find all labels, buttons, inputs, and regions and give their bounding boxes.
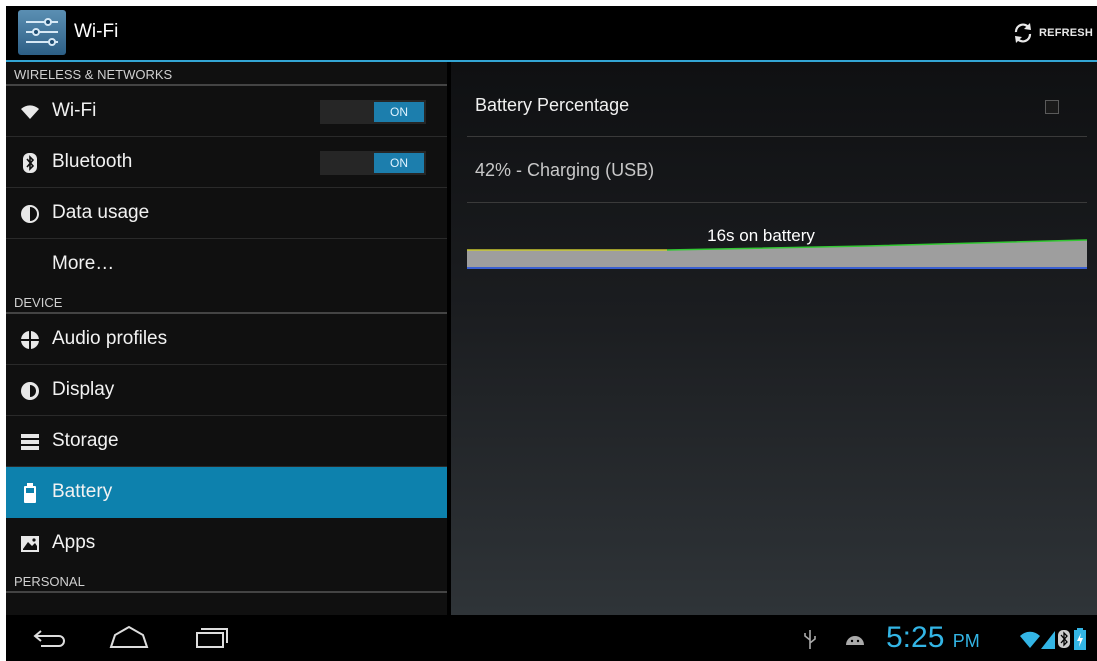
sidebar-item-apps[interactable]: Apps [6, 518, 447, 569]
toggle-state: ON [374, 153, 424, 173]
section-header-wireless: WIRELESS & NETWORKS [6, 62, 447, 86]
data-usage-icon [21, 205, 39, 223]
sidebar-item-label: Data usage [52, 202, 150, 223]
bluetooth-icon [23, 153, 37, 173]
battery-percentage-checkbox[interactable] [1045, 100, 1059, 114]
sidebar-item-data-usage[interactable]: Data usage [6, 188, 447, 239]
cell-signal-icon [1041, 631, 1055, 649]
system-bar: 5:25 PM [6, 615, 1097, 661]
refresh-icon [1014, 23, 1032, 43]
bluetooth-status-icon [1058, 630, 1070, 648]
status-clock: 5:25 PM [886, 621, 980, 655]
sidebar-item-label: Storage [52, 430, 119, 451]
back-icon[interactable] [31, 627, 69, 649]
section-header-device: DEVICE [6, 290, 447, 314]
usb-icon [804, 630, 816, 649]
home-icon[interactable] [109, 625, 149, 649]
apps-icon [21, 536, 39, 552]
sidebar-item-label: Audio profiles [52, 328, 168, 349]
wifi-toggle[interactable]: ON [320, 100, 426, 124]
sidebar-item-battery[interactable]: Battery [6, 467, 447, 518]
battery-icon [24, 483, 36, 503]
settings-list: WIRELESS & NETWORKS Wi-Fi ON Bluetooth O… [6, 62, 447, 615]
refresh-button[interactable]: REFRESH [1011, 19, 1093, 47]
battery-percentage-row[interactable]: Battery Percentage [467, 70, 1087, 137]
display-icon [21, 382, 39, 400]
sidebar-item-label: Wi-Fi [52, 100, 97, 121]
recent-apps-icon[interactable] [195, 625, 229, 651]
sidebar-item-bluetooth[interactable]: Bluetooth ON [6, 137, 447, 188]
android-debug-icon [846, 636, 864, 645]
battery-charging-icon [1074, 628, 1086, 650]
settings-sliders-icon[interactable] [18, 10, 66, 55]
sidebar-item-label: Battery [52, 481, 113, 502]
battery-detail-pane: Battery Percentage 42% - Charging (USB) … [451, 62, 1097, 615]
sidebar-item-storage[interactable]: Storage [6, 416, 447, 467]
refresh-label: REFRESH [1039, 27, 1093, 39]
action-bar: Wi-Fi REFRESH [6, 6, 1097, 62]
sidebar-item-label: Display [52, 379, 115, 400]
sidebar-item-label: More… [52, 253, 115, 274]
sidebar-item-more[interactable]: More… [6, 239, 447, 290]
battery-percentage-label: Battery Percentage [475, 95, 630, 115]
sidebar-item-display[interactable]: Display [6, 365, 447, 416]
wifi-icon [21, 105, 39, 119]
battery-graph-label: 16s on battery [707, 226, 815, 245]
wifi-signal-icon [1020, 631, 1040, 648]
toggle-state: ON [374, 102, 424, 122]
sidebar-item-audio-profiles[interactable]: Audio profiles [6, 314, 447, 365]
sidebar-item-label: Bluetooth [52, 151, 133, 172]
screen: Wi-Fi REFRESH WIRELESS & NETWORKS Wi-Fi … [6, 6, 1097, 661]
clock-ampm: PM [952, 631, 980, 651]
storage-icon [21, 434, 39, 450]
bluetooth-toggle[interactable]: ON [320, 151, 426, 175]
clock-time: 5:25 [886, 621, 945, 654]
battery-status-row[interactable]: 42% - Charging (USB) [467, 137, 1087, 203]
battery-status-text: 42% - Charging (USB) [475, 160, 655, 180]
audio-profiles-icon [21, 331, 39, 349]
section-header-personal: PERSONAL [6, 569, 447, 593]
sidebar-item-label: Apps [52, 532, 96, 553]
sidebar-item-wifi[interactable]: Wi-Fi ON [6, 86, 447, 137]
page-title: Wi-Fi [74, 21, 119, 42]
